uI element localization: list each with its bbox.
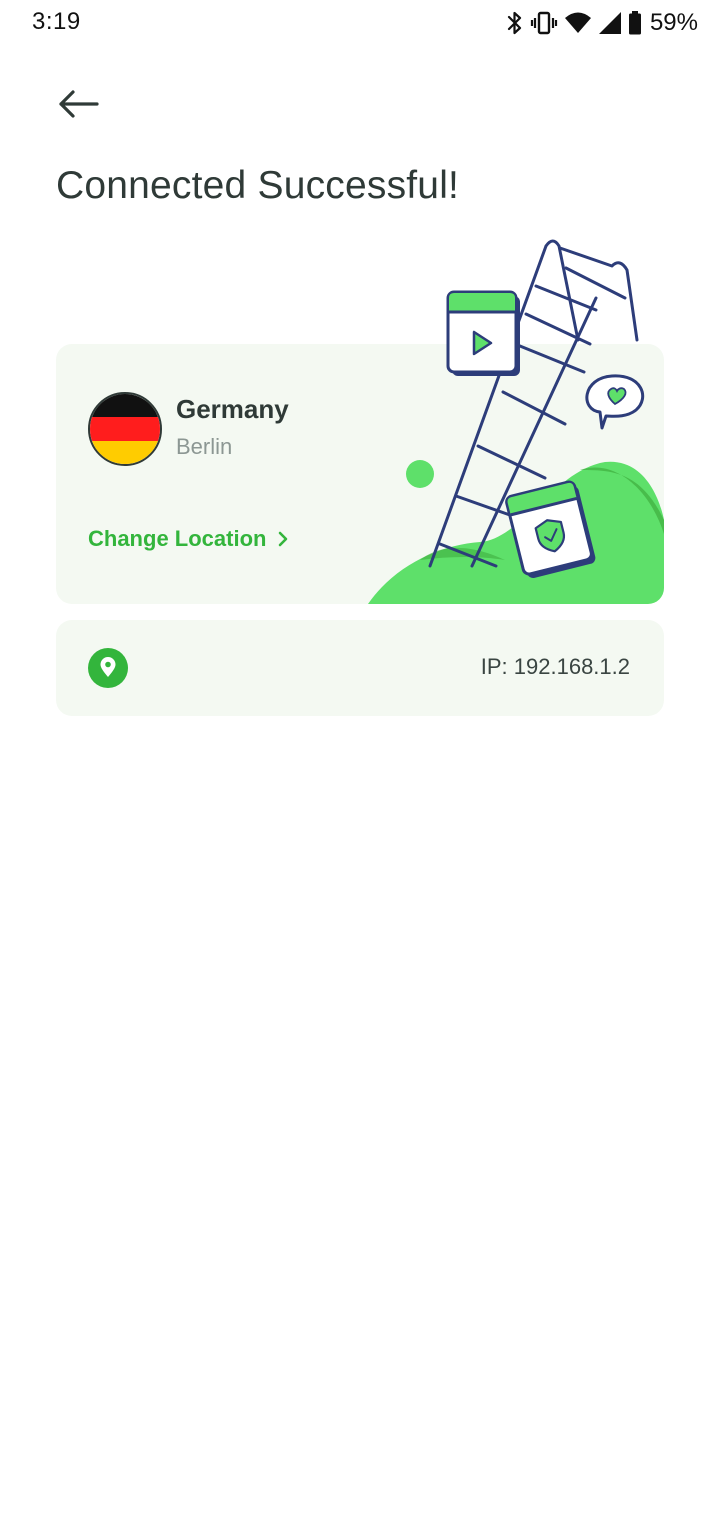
cell-signal-icon (598, 12, 621, 34)
status-bar: 3:19 59% (0, 0, 720, 48)
ip-card: IP: 192.168.1.2 (56, 620, 664, 716)
back-button[interactable] (52, 82, 104, 126)
chevron-right-icon (279, 531, 288, 547)
germany-flag-icon (88, 392, 162, 466)
page-title: Connected Successful! (56, 164, 460, 207)
city-name: Berlin (176, 434, 233, 459)
location-pin-icon (88, 648, 128, 688)
country-name: Germany (176, 394, 289, 424)
battery-icon (628, 11, 641, 35)
change-location-button[interactable]: Change Location (88, 526, 288, 552)
battery-percent: 59% (649, 9, 698, 36)
status-icons: 59% (506, 8, 698, 38)
status-time: 3:19 (32, 8, 81, 35)
vibrate-icon (530, 11, 558, 35)
arrow-left-icon (59, 90, 99, 118)
ip-address: IP: 192.168.1.2 (480, 654, 630, 679)
wifi-icon (564, 12, 591, 33)
bluetooth-icon (507, 11, 522, 35)
location-card: Germany Berlin Change Location (56, 344, 664, 604)
change-location-label: Change Location (88, 526, 267, 551)
